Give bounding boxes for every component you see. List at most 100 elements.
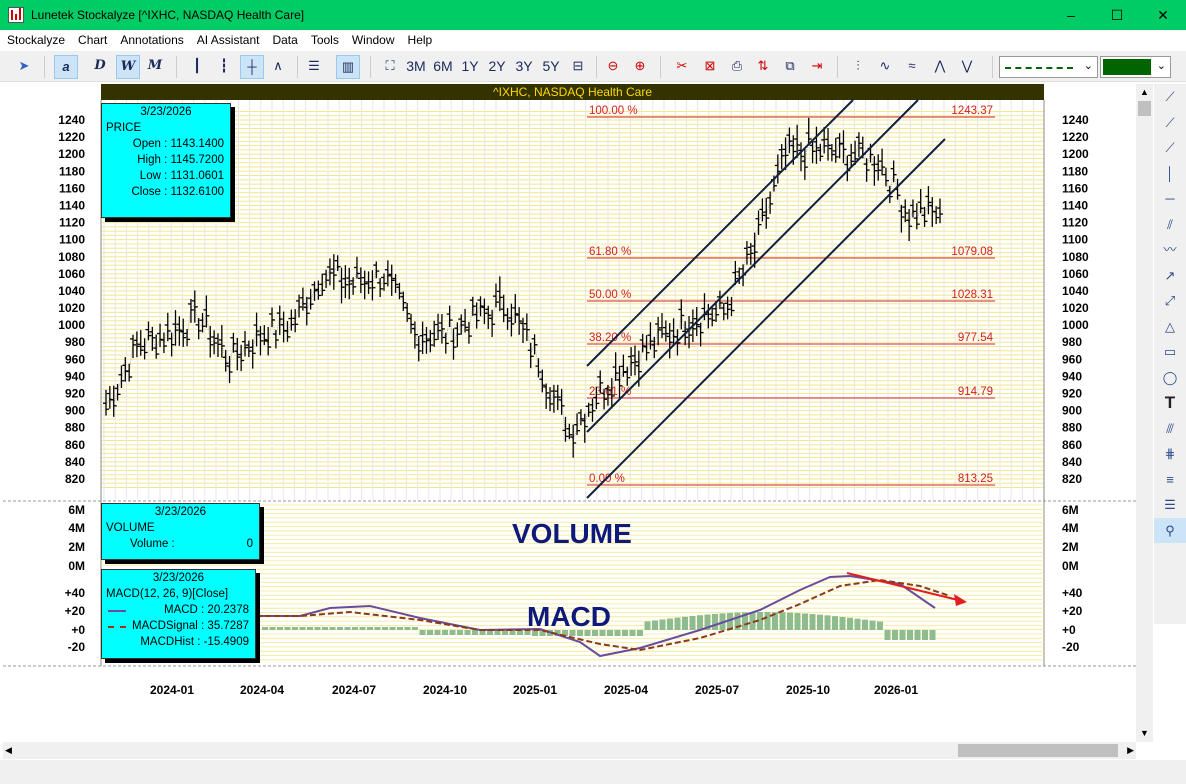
indicator-candle-icon[interactable]: ⫶ [846,55,870,79]
zoom-in-icon[interactable]: ⊕ [628,55,652,79]
bar-chart-icon[interactable]: ▥ [336,55,360,79]
arrow-line-icon[interactable]: ↗ [1154,263,1186,289]
price-tick-right: 1180 [1062,164,1088,178]
fib-level-pct: 23.61 % [589,386,631,398]
export-icon[interactable]: ⎙ [725,55,749,79]
parallel-lines-icon[interactable]: ⫽ [1154,212,1186,238]
pin-icon[interactable]: ⚲ [1154,517,1186,543]
compare-icon[interactable]: ⧉ [778,55,802,79]
double-arrow-icon[interactable]: ⤢ [1154,288,1186,314]
ohlc-bar [350,277,357,295]
font-d-button[interactable]: D [88,55,112,79]
fib-level-pct: 61.80 % [589,246,631,258]
macd-hist-bar [914,630,921,640]
pointer-icon[interactable]: ➤ [12,55,36,79]
ohlc-bar [577,409,584,426]
ohlc-bar [855,132,862,158]
trend-line-icon[interactable]: ⟋ [1154,84,1186,110]
maximize-button[interactable]: ☐ [1094,0,1140,30]
menu-bar: Stockalyze Chart Annotations AI Assistant Da… [0,30,1186,51]
line-color-select[interactable]: ⌄ [1100,56,1171,78]
macd-hist-bar [299,627,306,630]
font-w-button[interactable]: W [116,55,140,79]
import-icon[interactable]: ⇥ [805,55,829,79]
ray-line-icon[interactable]: ⟋ [1154,110,1186,136]
macd-hist-bar [809,614,816,630]
scroll-down-icon[interactable]: ▼ [1136,725,1153,742]
line-chart-icon[interactable]: ∧ [266,55,290,79]
scroll-up-icon[interactable]: ▲ [1136,84,1153,101]
macd-hist-bar [412,627,418,630]
fibonacci-icon[interactable]: ≡ [1154,467,1186,493]
minimize-button[interactable]: – [1048,0,1094,30]
font-a-button[interactable]: a [54,55,78,79]
extended-line-icon[interactable]: ⟋ [1154,135,1186,161]
zigzag-icon[interactable]: 〰 [1154,237,1186,263]
candles-icon[interactable]: ┇ [212,55,236,79]
period-5y-button[interactable]: 5Y [539,55,563,79]
vertical-line-icon[interactable]: │ [1154,161,1186,187]
scroll-right-icon[interactable]: ▶ [1127,742,1134,759]
volume-tick-left: 4M [68,521,85,535]
menu-stockalyze[interactable]: Stockalyze [0,30,71,47]
horizontal-line-icon[interactable]: ─ [1154,186,1186,212]
menu-window[interactable]: Window [345,30,401,47]
ohlc-bar [531,334,538,355]
list-icon[interactable]: ☰ [302,55,326,79]
menu-help[interactable]: Help [401,30,439,47]
price-info-box[interactable]: 3/23/2026 PRICE Open : 1143.1400 High : … [101,103,231,218]
indicator-line-icon[interactable]: ∿ [873,55,897,79]
menu-ai-assistant[interactable]: AI Assistant [190,30,266,47]
ohlc-bar [269,307,276,328]
period-2y-button[interactable]: 2Y [485,55,509,79]
period-6m-button[interactable]: 6M [431,55,455,79]
horizontal-scrollbar[interactable]: ◀ ▶ [3,742,1136,759]
vertical-scrollbar[interactable]: ▲ ▼ [1136,84,1153,742]
menu-tools[interactable]: Tools [304,30,345,47]
ohlc-icon[interactable]: ┼ [240,55,264,79]
range-icon[interactable]: ⊟ [566,55,590,79]
font-m-button[interactable]: M [143,55,167,79]
period-1y-button[interactable]: 1Y [458,55,482,79]
fan-icon[interactable]: ⋕ [1154,441,1186,467]
volume-info-box[interactable]: 3/23/2026 VOLUME Volume : 0 [101,503,260,560]
ohlc-bar [639,333,646,353]
macd-info-box[interactable]: 3/23/2026 MACD(12, 26, 9)[Close] MACD : … [101,569,256,659]
volume-tick-right: 0M [1062,559,1079,573]
volume-tick-right: 6M [1062,503,1079,517]
macd-hist-bar [472,630,478,635]
menu-chart[interactable]: Chart [71,30,113,47]
menu-annotations[interactable]: Annotations [113,30,189,47]
fork-icon[interactable]: ⫻ [1154,416,1186,442]
scroll-left-icon[interactable]: ◀ [5,742,12,759]
vertical-scroll-thumb[interactable] [1138,101,1151,116]
candle-icon[interactable]: ┃ [185,55,209,79]
close-button[interactable]: ✕ [1140,0,1186,30]
fit-icon[interactable]: ⛶ [378,55,402,79]
price-tick-left: 1020 [58,301,85,315]
macd-tick-left: +0 [71,623,85,637]
sort-icon[interactable]: ⇅ [751,55,775,79]
indicator-m-icon[interactable]: ⋀ [928,55,952,79]
scissors-icon[interactable]: ✂ [670,55,694,79]
period-3y-button[interactable]: 3Y [512,55,536,79]
horizontal-scroll-thumb[interactable] [958,744,1118,757]
grid-icon[interactable]: ⊠ [698,55,722,79]
indicator-multiline-icon[interactable]: ≈ [900,55,924,79]
rectangle-icon[interactable]: ▭ [1154,339,1186,365]
ohlc-bar [172,310,179,346]
ohlc-bar [110,385,117,417]
ohlc-bar [342,265,349,298]
ohlc-bar [122,357,129,382]
price-tick-right: 1000 [1062,318,1089,332]
fibonacci-ext-icon[interactable]: ☰ [1154,492,1186,518]
zoom-out-icon[interactable]: ⊖ [601,55,625,79]
period-3m-button[interactable]: 3M [404,55,428,79]
text-icon[interactable]: T [1154,390,1186,416]
line-style-select[interactable]: ⌄ [999,56,1098,78]
indicator-w-icon[interactable]: ⋁ [955,55,979,79]
price-tick-left: 940 [65,369,85,383]
triangle-icon[interactable]: △ [1154,314,1186,340]
menu-data[interactable]: Data [265,30,303,47]
ellipse-icon[interactable]: ◯ [1154,365,1186,391]
